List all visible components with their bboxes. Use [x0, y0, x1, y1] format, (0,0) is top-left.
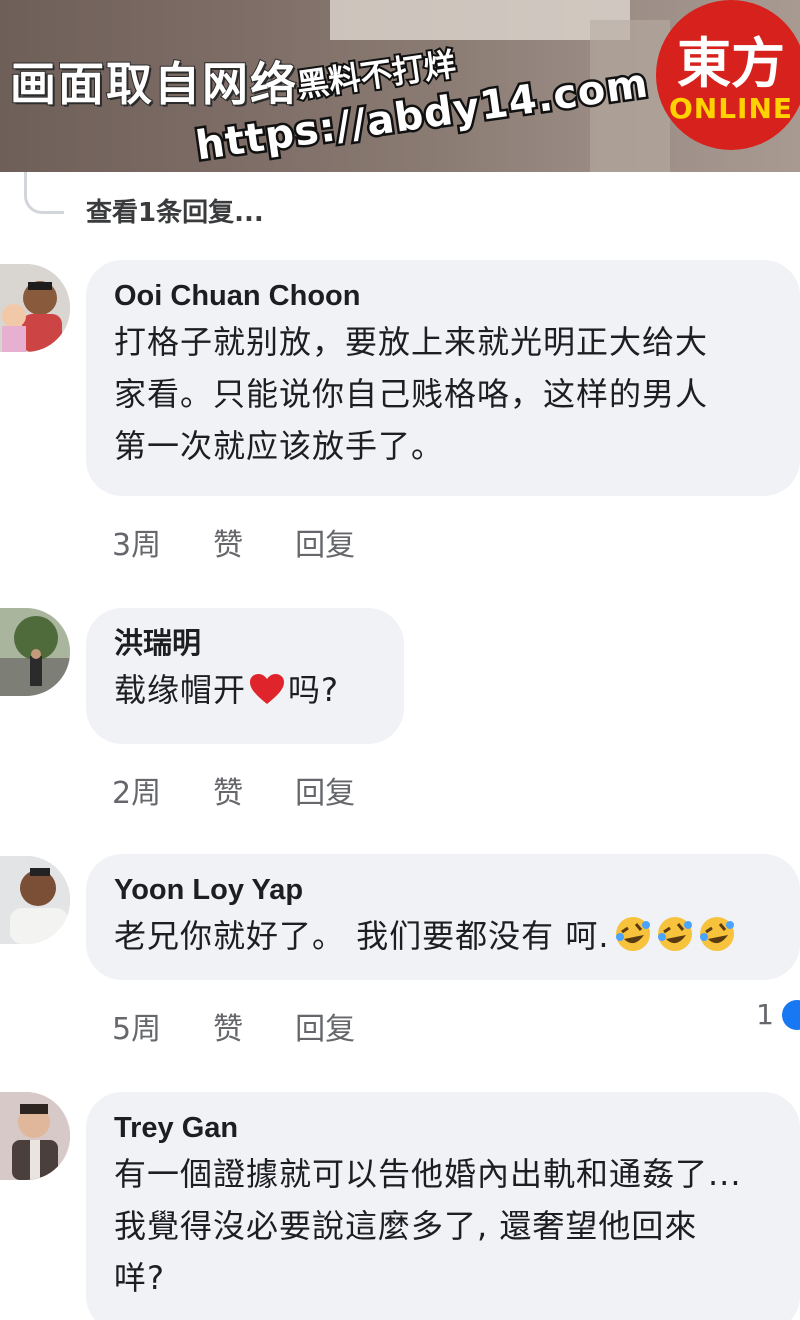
comment-timestamp: 2周 [112, 776, 162, 811]
view-replies-link[interactable]: 查看1条回复... [86, 192, 264, 229]
news-logo-sub: ONLINE [668, 92, 794, 125]
reaction-summary[interactable]: 1 [756, 998, 800, 1031]
video-thumbnail-banner[interactable]: 画面取自网络 黑料不打烊 https://abdy14.com 東方 ONLIN… [0, 0, 800, 172]
news-logo-main: 東方 [677, 32, 785, 95]
comment-actions: 2周 赞 回复 [112, 768, 407, 812]
like-button[interactable]: 赞 [213, 1004, 243, 1048]
comment-text-line: 家看。只能说你自己贱格咯，这样的男人 [114, 375, 709, 413]
news-logo-badge: 東方 ONLINE [656, 0, 800, 150]
comment-text-line: 有一個證據就可以告他婚內出軌和通姦了... [114, 1155, 742, 1193]
reply-button[interactable]: 回复 [295, 520, 355, 564]
comment-author[interactable]: Ooi Chuan Choon [114, 276, 774, 316]
avatar-photo [0, 264, 70, 352]
avatar-photo [0, 856, 70, 944]
reply-thread-connector [24, 172, 64, 214]
comment-bubble: 洪瑞明 载缘帽开 吗? [86, 608, 404, 744]
reply-button[interactable]: 回复 [295, 1004, 355, 1048]
comment-text-line: 咩? [114, 1259, 165, 1297]
comment-text-part: 吗? [288, 671, 340, 709]
comment-text-line: 我覺得沒必要說這麼多了, 還奢望他回來 [114, 1207, 698, 1245]
avatar[interactable] [0, 264, 70, 352]
banner-background-wall [330, 0, 630, 40]
reply-button[interactable]: 回复 [295, 768, 355, 812]
comment-actions: 5周 赞 回复 [112, 1004, 407, 1048]
comment-bubble: Trey Gan 有一個證據就可以告他婚內出軌和通姦了... 我覺得沒必要說這麼… [86, 1092, 800, 1320]
rolling-laughing-icon [657, 917, 692, 951]
comment-bubble: Yoon Loy Yap 老兄你就好了。 我们要都没有 呵. [86, 854, 800, 980]
comment-text-part: 老兄你就好了。 我们要都没有 呵. [114, 917, 610, 955]
red-heart-icon [250, 674, 285, 704]
avatar[interactable] [0, 608, 70, 696]
comment-text: 老兄你就好了。 我们要都没有 呵. [114, 910, 774, 962]
comment-bubble: Ooi Chuan Choon 打格子就别放，要放上来就光明正大给大 家看。只能… [86, 260, 800, 496]
like-button[interactable]: 赞 [213, 768, 243, 812]
comment-author[interactable]: Yoon Loy Yap [114, 870, 774, 910]
avatar-photo [0, 1092, 70, 1180]
comment-text: 载缘帽开 吗? [114, 664, 378, 716]
banner-source-caption: 画面取自网络 [9, 56, 298, 112]
like-button[interactable]: 赞 [213, 520, 243, 564]
comment-author[interactable]: Trey Gan [114, 1108, 774, 1148]
rolling-laughing-icon [615, 917, 650, 951]
comment-text-line: 打格子就别放，要放上来就光明正大给大 [114, 323, 709, 361]
comment-author[interactable]: 洪瑞明 [114, 624, 378, 664]
comment-actions: 3周 赞 回复 [112, 520, 407, 564]
comment-timestamp: 3周 [112, 528, 162, 563]
like-icon [782, 999, 800, 1030]
avatar-photo [0, 608, 70, 696]
rolling-laughing-icon [699, 917, 734, 951]
comment-timestamp: 5周 [112, 1012, 162, 1047]
avatar[interactable] [0, 1092, 70, 1180]
comment-text-part: 载缘帽开 [114, 671, 247, 709]
avatar[interactable] [0, 856, 70, 944]
reaction-count: 1 [756, 998, 774, 1031]
comment-text-line: 第一次就应该放手了。 [114, 427, 445, 465]
